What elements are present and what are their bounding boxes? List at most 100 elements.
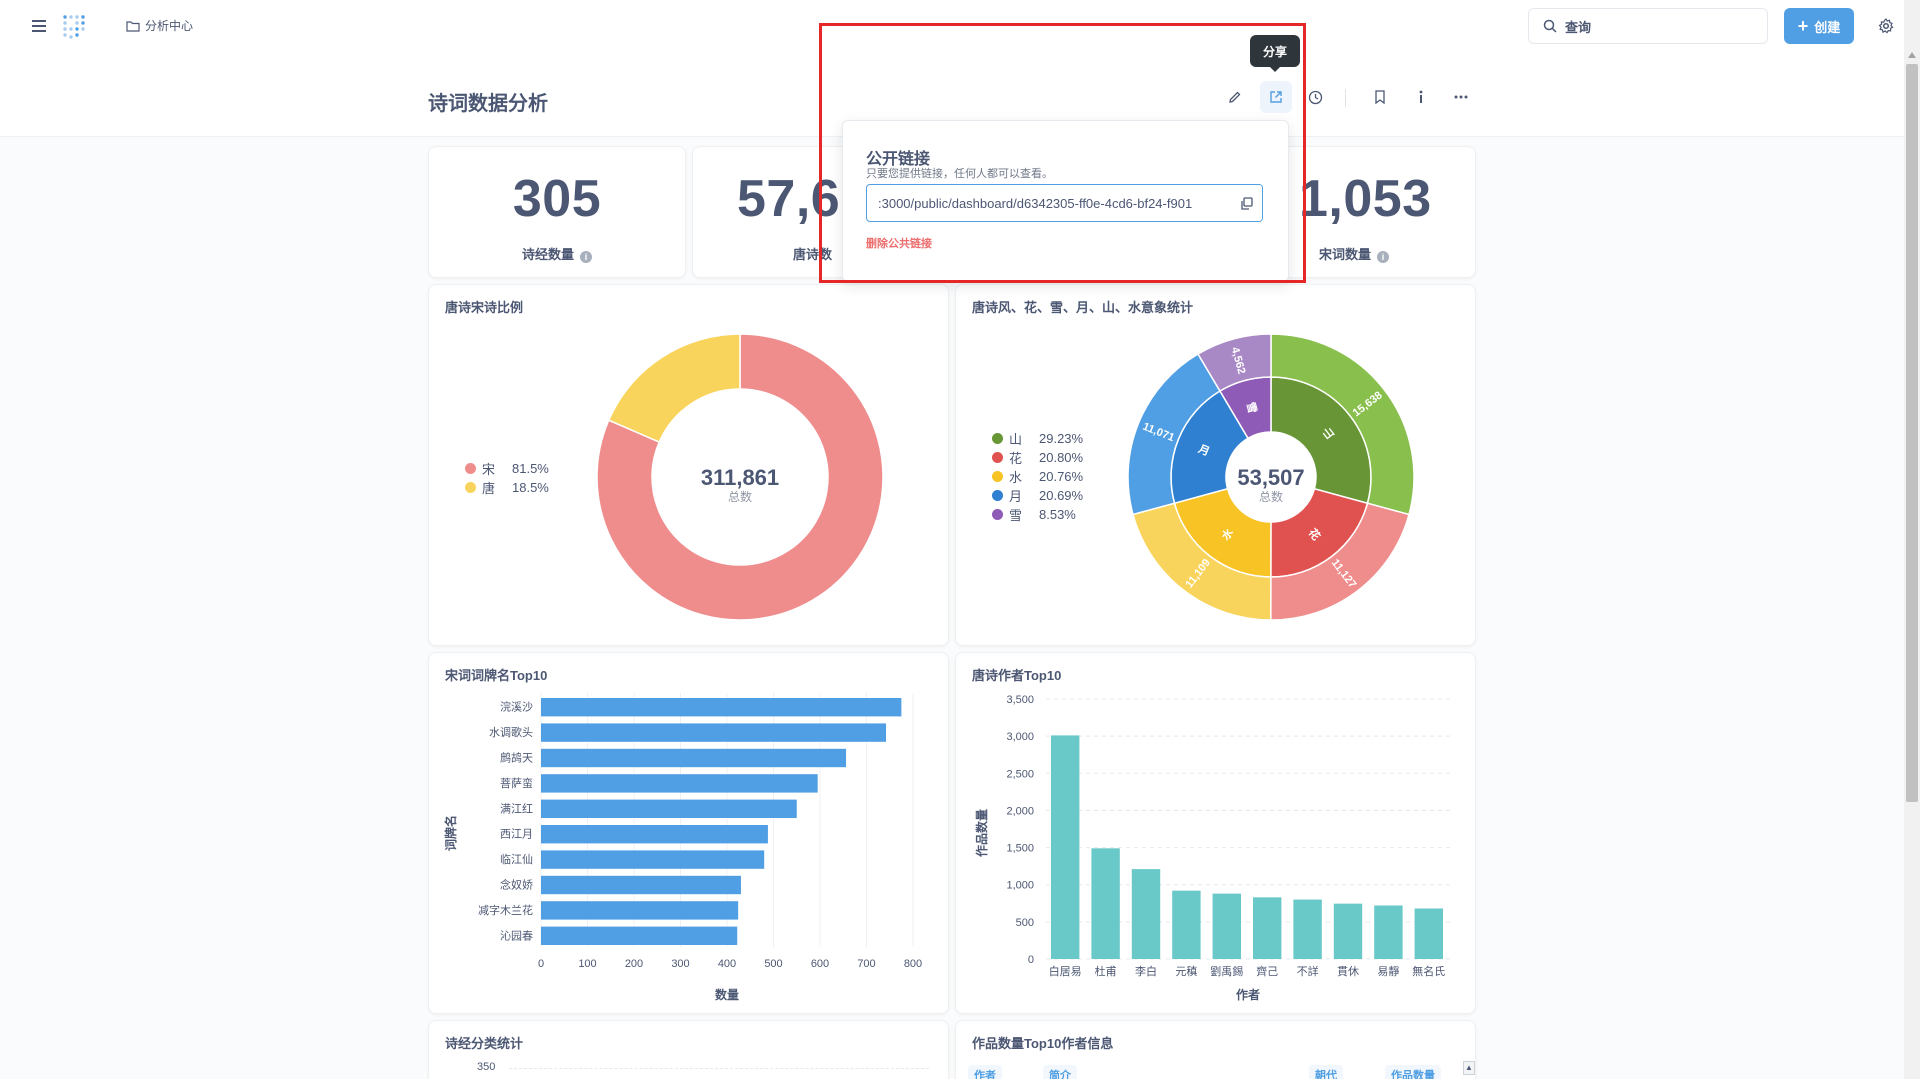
table-header-author[interactable]: 作者 bbox=[968, 1065, 1002, 1079]
y-tick-label: 沁园春 bbox=[500, 929, 533, 942]
center-label: 总数 bbox=[1259, 489, 1283, 504]
gridline bbox=[509, 1068, 929, 1069]
scalar-label-row: 诗经数量 i bbox=[429, 244, 685, 263]
logo-dot bbox=[75, 33, 79, 37]
author-bar-chart: 0 500 1,000 1,500 2,000 2,500 3,000 3,500 白居易 杜甫 李… bbox=[974, 694, 1450, 1002]
bar bbox=[541, 825, 768, 844]
y-tick-label: 2,500 bbox=[1006, 768, 1034, 780]
logo-dot bbox=[69, 27, 73, 31]
bar bbox=[541, 850, 765, 869]
search-icon bbox=[1543, 19, 1557, 33]
ci-bar-chart: 0 100 200 300 400 500 600 700 800 浣溪沙水调歌头鹧鸪天菩萨蛮满江… bbox=[443, 693, 922, 1002]
menu-icon[interactable] bbox=[28, 15, 50, 37]
table-header-dynasty[interactable]: 朝代 bbox=[1309, 1065, 1343, 1079]
table-header-count[interactable]: 作品数量 bbox=[1385, 1065, 1441, 1079]
x-tick-label: 李白 bbox=[1135, 964, 1157, 978]
x-tick-label: 500 bbox=[764, 958, 782, 970]
info-icon[interactable] bbox=[1408, 84, 1434, 110]
imagery-sunburst-chart: 山15,638花11,127水11,109月11,071雪4,56253,507… bbox=[1127, 333, 1415, 621]
shijing-chart-card[interactable]: 诗经分类统计 350 bbox=[428, 1020, 949, 1079]
y-tick-label: 500 bbox=[1016, 917, 1034, 929]
y-tick-label: 减字木兰花 bbox=[478, 903, 533, 917]
scalar-label: 宋词数量 bbox=[1319, 247, 1372, 262]
breadcrumb-label: 分析中心 bbox=[145, 19, 194, 33]
new-button[interactable]: + 创建 bbox=[1784, 8, 1854, 44]
author-chart-card[interactable]: 唐诗作者Top10 0 500 1,000 1,500 2,000 2,500 3,000 3… bbox=[955, 652, 1476, 1014]
y-tick-label: 1,000 bbox=[1006, 880, 1034, 892]
y-tick-label: 鹧鸪天 bbox=[500, 751, 533, 765]
y-tick-label: 浣溪沙 bbox=[500, 700, 533, 714]
x-tick-label: 200 bbox=[625, 958, 643, 970]
scalar-card-shijing[interactable]: 305 诗经数量 i bbox=[428, 146, 686, 278]
ratio-chart-card[interactable]: 唐诗宋诗比例 宋 81.5% 唐 18.5% 311,861 总数 bbox=[428, 284, 949, 646]
breadcrumb[interactable]: 分析中心 bbox=[126, 17, 193, 34]
logo-dot bbox=[69, 35, 73, 39]
info-icon[interactable]: i bbox=[580, 251, 592, 263]
center-value: 311,861 bbox=[701, 465, 779, 490]
y-tick-label: 临江仙 bbox=[500, 852, 533, 866]
info-icon[interactable]: i bbox=[1377, 251, 1390, 263]
search-input[interactable]: 查询 bbox=[1528, 8, 1768, 44]
scalar-label: 诗经数量 bbox=[521, 247, 574, 262]
search-placeholder: 查询 bbox=[1565, 19, 1592, 35]
scrollbar-thumb[interactable] bbox=[1906, 64, 1918, 802]
page-scrollbar[interactable] bbox=[1904, 0, 1920, 1079]
pie-slice-唐 bbox=[607, 333, 741, 444]
settings-gear-icon[interactable] bbox=[1874, 14, 1898, 38]
logo-dot bbox=[81, 15, 85, 19]
y-tick-label: 350 bbox=[477, 1061, 496, 1073]
logo-dot bbox=[81, 27, 85, 31]
y-tick-label: 0 bbox=[1028, 954, 1034, 966]
scroll-up-arrow-icon[interactable] bbox=[1908, 52, 1916, 58]
x-tick-label: 100 bbox=[578, 958, 596, 970]
y-tick-label: 满江红 bbox=[500, 802, 533, 815]
y-axis-label: 作品数量 bbox=[974, 809, 989, 857]
bar bbox=[541, 799, 797, 818]
x-tick-label: 白居易 bbox=[1049, 964, 1082, 978]
x-tick-label: 700 bbox=[857, 958, 875, 970]
x-tick-label: 元稹 bbox=[1175, 964, 1197, 978]
bookmark-icon[interactable] bbox=[1367, 84, 1393, 110]
x-tick-label: 不詳 bbox=[1297, 964, 1319, 978]
scalar-value: 1,053 bbox=[1299, 170, 1432, 228]
bar bbox=[541, 875, 741, 895]
new-button-label: 创建 bbox=[1814, 19, 1841, 35]
y-tick-label: 3,500 bbox=[1006, 694, 1034, 706]
x-tick-label: 300 bbox=[671, 958, 689, 970]
x-tick-label: 貫休 bbox=[1337, 965, 1359, 978]
folder-icon bbox=[126, 20, 140, 32]
center-value: 53,507 bbox=[1237, 465, 1304, 490]
bar bbox=[1212, 893, 1241, 959]
header-divider bbox=[1345, 89, 1346, 107]
bar bbox=[1131, 869, 1161, 959]
y-axis-label: 词牌名 bbox=[443, 815, 458, 851]
x-tick-label: 800 bbox=[904, 958, 922, 970]
logo-dot bbox=[63, 21, 67, 25]
center-label: 总数 bbox=[728, 489, 752, 504]
logo-icon[interactable] bbox=[60, 12, 90, 42]
x-axis-label: 数量 bbox=[715, 987, 739, 1002]
bar bbox=[1414, 908, 1443, 959]
table-scroll-up-icon[interactable]: ▲ bbox=[1463, 1061, 1475, 1075]
x-tick-label: 劉禹錫 bbox=[1210, 964, 1243, 978]
plus-icon: + bbox=[1797, 16, 1809, 36]
y-tick-label: 3,000 bbox=[1006, 731, 1034, 743]
logo-dot bbox=[75, 15, 79, 19]
imagery-chart-card[interactable]: 唐诗风、花、雪、月、山、水意象统计 山 29.23% 花 20.80% 水 20.76% 月… bbox=[955, 284, 1476, 646]
x-tick-label: 0 bbox=[538, 958, 544, 970]
ratio-donut-chart: 311,861总数 bbox=[596, 333, 884, 621]
ci-chart-card[interactable]: 宋词词牌名Top10 0 100 200 300 400 500 600 700 800 浣溪沙水… bbox=[428, 652, 949, 1014]
bar bbox=[541, 901, 739, 920]
highlight-box bbox=[819, 23, 1306, 283]
author-table-card[interactable]: 作品数量Top10作者信息 作者 简介 朝代 作品数量 ▲ bbox=[955, 1020, 1476, 1079]
bar bbox=[1333, 903, 1363, 959]
table-header-intro[interactable]: 简介 bbox=[1043, 1065, 1077, 1079]
logo-dot bbox=[63, 33, 67, 37]
more-options-icon[interactable] bbox=[1448, 84, 1474, 110]
y-tick-label: 1,500 bbox=[1006, 843, 1034, 855]
bar bbox=[541, 698, 902, 717]
logo-dot bbox=[63, 15, 67, 19]
bar bbox=[1091, 848, 1120, 959]
bar bbox=[1172, 890, 1201, 959]
x-tick-label: 易靜 bbox=[1377, 964, 1399, 978]
